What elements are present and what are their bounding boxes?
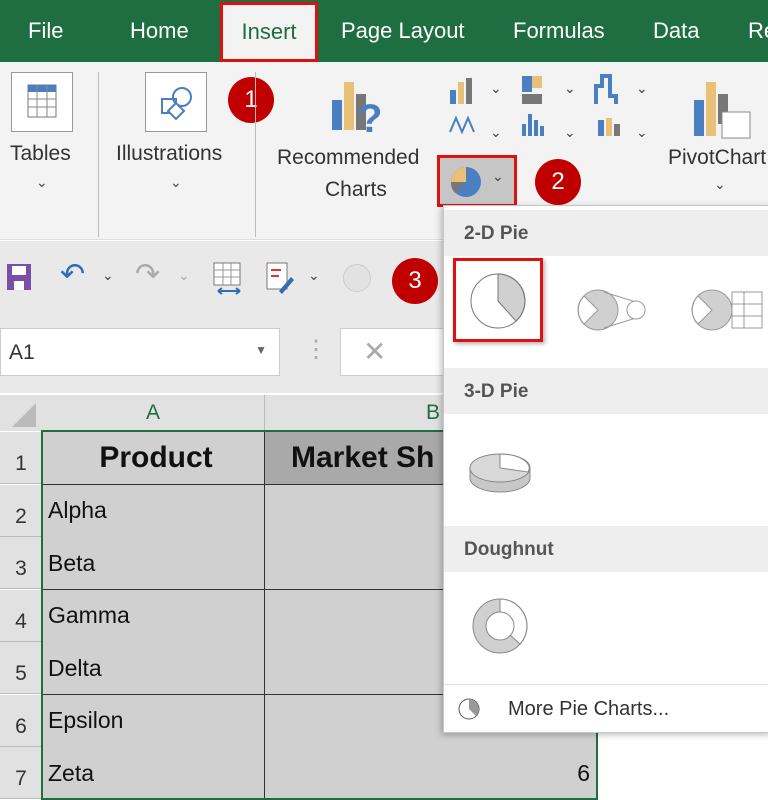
step-badge-2: 2 (535, 159, 581, 205)
row-header[interactable]: 1 (0, 432, 42, 484)
recommended-charts-icon[interactable]: ? (330, 80, 390, 140)
cell-a[interactable]: Product (42, 432, 265, 485)
cell-a[interactable]: Delta (42, 642, 265, 695)
tables-icon[interactable] (11, 72, 73, 132)
select-all-button[interactable] (0, 395, 42, 431)
caret-down-icon[interactable]: ▼ (255, 343, 267, 357)
pie-chart-option[interactable] (453, 258, 543, 342)
cell-a[interactable]: Zeta (42, 747, 265, 800)
row-header[interactable]: 5 (0, 642, 42, 694)
column-header-a[interactable]: A (42, 395, 265, 431)
chevron-down-icon: ⌄ (492, 168, 504, 184)
pie-icon (470, 273, 526, 329)
bar-of-pie-option[interactable] (688, 276, 768, 336)
redo-icon[interactable]: ↷ (135, 257, 160, 292)
cell-a[interactable]: Epsilon (42, 694, 265, 748)
recommended-charts-label-2[interactable]: Charts (325, 178, 387, 202)
save-icon[interactable] (6, 263, 32, 291)
cell-b[interactable]: 6 (265, 747, 597, 800)
tab-insert[interactable]: Insert (220, 2, 318, 62)
quick-access-toolbar: ↶ ⌄ ↷ ⌄ ⌄ 3 (0, 241, 443, 325)
row-header[interactable]: 3 (0, 537, 42, 589)
divider (255, 72, 256, 237)
formula-buttons: ✕ (340, 328, 450, 376)
pie-chart-icon (450, 167, 481, 197)
chevron-down-icon[interactable]: ⌄ (636, 124, 648, 141)
cell-a[interactable]: Alpha (42, 484, 265, 538)
chevron-down-icon[interactable]: ⌄ (102, 267, 114, 284)
more-icon: ⋮ (304, 336, 328, 363)
3d-pie-option[interactable] (466, 438, 536, 498)
form-edit-icon[interactable] (265, 261, 299, 295)
more-pie-charts-link[interactable]: More Pie Charts... (456, 694, 766, 726)
illustrations-label[interactable]: Illustrations (116, 142, 222, 166)
circle-icon[interactable] (343, 264, 371, 292)
cell-a[interactable]: Beta (42, 537, 265, 590)
pie-of-pie-option[interactable] (574, 276, 654, 336)
chevron-down-icon[interactable]: ⌄ (490, 124, 502, 141)
name-box[interactable]: A1 ▼ (0, 328, 280, 376)
chevron-down-icon[interactable]: ⌄ (714, 176, 726, 193)
tab-page-layout[interactable]: Page Layout (341, 18, 465, 44)
tables-label[interactable]: Tables (10, 142, 71, 166)
pivotchart-label[interactable]: PivotChart (668, 146, 766, 170)
pie-chart-dropdown: 2-D Pie 3-D Pie Doughnut More Pie Charts… (443, 205, 768, 733)
row-header[interactable]: 2 (0, 484, 42, 537)
chevron-down-icon[interactable]: ⌄ (170, 174, 182, 191)
recommended-charts-label[interactable]: Recommended (277, 146, 419, 170)
row-header[interactable]: 7 (0, 747, 42, 799)
pie-icon (458, 698, 480, 720)
pivotchart-icon[interactable] (690, 76, 760, 146)
divider (444, 684, 768, 685)
step-badge-3: 3 (392, 258, 438, 304)
row-header[interactable]: 4 (0, 589, 42, 642)
tab-home[interactable]: Home (130, 18, 189, 44)
chevron-down-icon[interactable]: ⌄ (490, 80, 502, 97)
chevron-down-icon[interactable]: ⌄ (36, 174, 48, 191)
step-badge-1: 1 (228, 77, 274, 123)
cancel-icon[interactable]: ✕ (363, 335, 386, 368)
doughnut-option[interactable] (470, 596, 534, 660)
svg-text:?: ? (358, 97, 382, 140)
row-header[interactable]: 6 (0, 694, 42, 747)
column-width-icon[interactable] (212, 261, 246, 295)
section-3d-pie: 3-D Pie (444, 368, 768, 414)
chevron-down-icon[interactable]: ⌄ (564, 80, 576, 97)
pie-chart-button[interactable]: ⌄ (437, 155, 517, 207)
chevron-down-icon[interactable]: ⌄ (636, 80, 648, 97)
tab-review[interactable]: Re (748, 18, 768, 44)
chevron-down-icon[interactable]: ⌄ (564, 124, 576, 141)
tab-file[interactable]: File (28, 18, 63, 44)
name-box-value: A1 (9, 341, 35, 364)
column-header-b[interactable]: B (265, 395, 445, 431)
tab-formulas[interactable]: Formulas (513, 18, 605, 44)
tab-data[interactable]: Data (653, 18, 699, 44)
section-2d-pie: 2-D Pie (444, 210, 768, 256)
chart-type-icons[interactable] (448, 74, 648, 154)
ribbon-tabs: File Home Page Layout Formulas Data Re (0, 0, 768, 62)
cell-a[interactable]: Gamma (42, 589, 265, 643)
divider (98, 72, 99, 237)
undo-icon[interactable]: ↶ (60, 257, 85, 292)
chevron-down-icon[interactable]: ⌄ (308, 267, 320, 284)
illustrations-icon[interactable] (145, 72, 207, 132)
chevron-down-icon[interactable]: ⌄ (178, 267, 190, 284)
section-doughnut: Doughnut (444, 526, 768, 572)
more-pie-charts-label: More Pie Charts... (508, 698, 670, 720)
